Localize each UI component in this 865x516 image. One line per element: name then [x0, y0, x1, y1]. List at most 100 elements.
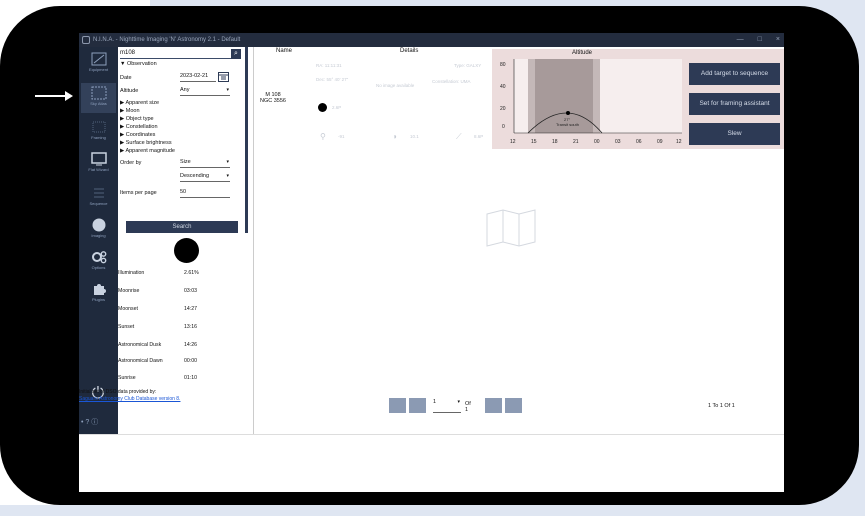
y-tick-label: 80 — [500, 62, 506, 68]
altitude-title: Altitude — [572, 50, 593, 56]
altitude-panel: Altitude 27° Transit south 80 40 20 0 12… — [492, 49, 685, 149]
slew-button[interactable]: Slew — [689, 123, 780, 145]
page-select[interactable]: 1 ▾ — [433, 399, 461, 413]
sidebar: Equipment Sky Atlas Framing Flat Wizard … — [79, 47, 118, 434]
sidebar-item-label: Flat Wizard — [88, 167, 109, 172]
minimize-button[interactable]: — — [737, 33, 744, 47]
illumination-text: 2.6P — [332, 105, 342, 110]
puzzle-icon — [93, 284, 106, 295]
transit-marker — [566, 111, 570, 115]
chevron-down-icon: ▾ — [226, 159, 229, 165]
sidebar-item-label: Sky Atlas — [90, 101, 107, 106]
type-text: Type: GALXY — [454, 63, 482, 68]
altitude-chart: 27° Transit south 80 40 20 0 12 15 18 21… — [500, 59, 682, 145]
altitude-label: Altitude — [120, 88, 139, 94]
result-row[interactable]: RA: 11:11:31 Dec: 55° 40' 27" Type: GALX… — [254, 57, 494, 149]
column-header-name: Name — [276, 48, 293, 54]
last-page-button[interactable] — [505, 398, 522, 413]
actions-panel: Add target to sequence Set for framing a… — [685, 49, 784, 149]
moon-row-value: 2.61% — [184, 270, 199, 276]
lightbulb-icon: ⚲ — [320, 132, 326, 141]
close-button[interactable]: × — [776, 33, 780, 47]
filter-moon[interactable]: ▶ Moon — [120, 108, 140, 114]
window-controls: — □ × — [737, 33, 780, 47]
items-per-page-field[interactable]: 50 — [180, 189, 230, 198]
x-tick-label: 09 — [657, 139, 663, 145]
data-credit-text: Initial set of DSO data provided by: — [79, 389, 157, 395]
altitude-select-value: Any — [180, 87, 190, 93]
maximize-button[interactable]: □ — [758, 33, 762, 47]
sidebar-item-sequence[interactable]: Sequence — [81, 183, 116, 213]
title-bar: N.I.N.A. - Nighttime Imaging 'N' Astrono… — [79, 33, 784, 47]
x-tick-label: 12 — [676, 139, 682, 145]
add-to-sequence-button[interactable]: Add target to sequence — [689, 63, 780, 85]
stat-value: -91 — [338, 134, 345, 139]
moon-row-label: Astronomical Dawn — [118, 358, 163, 364]
chart-annotation-transit: Transit south — [556, 122, 579, 127]
sidebar-item-options[interactable]: Options — [81, 247, 116, 277]
moon-row-label: Astronomical Dusk — [118, 342, 162, 348]
moon-row-label: Illumination — [118, 270, 145, 276]
search-input[interactable]: m108 — [120, 50, 232, 59]
app-window: N.I.N.A. - Nighttime Imaging 'N' Astrono… — [79, 33, 784, 492]
filter-apparent-magnitude[interactable]: ▶ Apparent magnitude — [120, 148, 175, 154]
window-title: N.I.N.A. - Nighttime Imaging 'N' Astrono… — [93, 37, 241, 43]
brightness-icon: ◑ — [392, 132, 397, 141]
altitude-select[interactable]: Any ▾ — [180, 87, 230, 96]
sidebar-item-imaging[interactable]: Imaging — [81, 215, 116, 245]
pointer-arrow — [35, 91, 73, 101]
size-icon: ⟋ — [456, 132, 462, 141]
empty-map-icon — [486, 209, 536, 247]
order-direction-select[interactable]: Descending ▾ — [180, 173, 230, 182]
flat-wizard-icon — [90, 152, 107, 166]
device-background: N.I.N.A. - Nighttime Imaging 'N' Astrono… — [0, 0, 865, 516]
constellation-text: Constellation: UMA — [432, 79, 471, 84]
y-tick-label: 40 — [500, 84, 506, 90]
moon-phase-dot — [318, 103, 327, 112]
empty-area — [79, 434, 784, 492]
x-tick-label: 12 — [510, 139, 516, 145]
search-button[interactable]: Search — [126, 221, 238, 233]
data-credit-link[interactable]: Saguaro Astronomy Club Database version … — [79, 396, 180, 402]
sidebar-item-sky-atlas[interactable]: Sky Atlas — [81, 83, 116, 113]
stat-value: 8.6P — [474, 134, 484, 139]
date-field[interactable]: 2023-02-21 — [180, 73, 216, 82]
object-name: M 108 NGC 3556 — [260, 92, 286, 104]
moon-row-value: 00:00 — [184, 358, 197, 364]
x-tick-label: 18 — [552, 139, 558, 145]
observation-header[interactable]: ▼ Observation — [120, 61, 157, 67]
filter-coordinates[interactable]: ▶ Coordinates — [120, 132, 155, 138]
chevron-down-icon: ▾ — [226, 87, 229, 93]
filter-surface-brightness[interactable]: ▶ Surface brightness — [120, 140, 172, 146]
moon-info-panel: Illumination 2.61% Moonrise 03:03 Moonse… — [118, 233, 252, 403]
order-by-value: Size — [180, 159, 191, 165]
telescope-icon — [91, 52, 106, 66]
chevron-down-icon: ▾ — [457, 399, 460, 405]
x-tick-label: 00 — [594, 139, 600, 145]
first-page-button[interactable] — [389, 398, 406, 413]
order-by-label: Order by — [120, 160, 142, 166]
search-go-button[interactable]: ⌕ — [231, 49, 241, 59]
filter-constellation[interactable]: ▶ Constellation — [120, 124, 158, 130]
page-of-label: Of 1 — [465, 401, 471, 413]
page-select-value: 1 — [433, 399, 437, 405]
footer-icons[interactable]: • ? ⓘ — [81, 417, 98, 427]
calendar-icon[interactable] — [218, 71, 229, 82]
set-framing-button[interactable]: Set for framing assistant — [689, 93, 780, 115]
page-bottom-band — [0, 505, 865, 516]
sidebar-item-equipment[interactable]: Equipment — [81, 49, 116, 79]
y-tick-label: 20 — [500, 106, 506, 112]
filter-object-type[interactable]: ▶ Object type — [120, 116, 154, 122]
moon-row-value: 14:26 — [184, 342, 197, 348]
moon-row-value: 13:16 — [184, 324, 197, 330]
dec-text: Dec: 55° 40' 27" — [316, 77, 349, 82]
filter-apparent-size[interactable]: ▶ Apparent size — [120, 100, 159, 106]
stat-value: 10.1 — [410, 134, 419, 139]
sidebar-item-flat-wizard[interactable]: Flat Wizard — [81, 149, 116, 179]
order-by-select[interactable]: Size ▾ — [180, 159, 230, 168]
previous-page-button[interactable] — [409, 398, 426, 413]
sidebar-item-plugins[interactable]: Plugins — [81, 279, 116, 309]
sidebar-item-label: Imaging — [91, 233, 106, 238]
sidebar-item-framing[interactable]: Framing — [81, 117, 116, 147]
next-page-button[interactable] — [485, 398, 502, 413]
